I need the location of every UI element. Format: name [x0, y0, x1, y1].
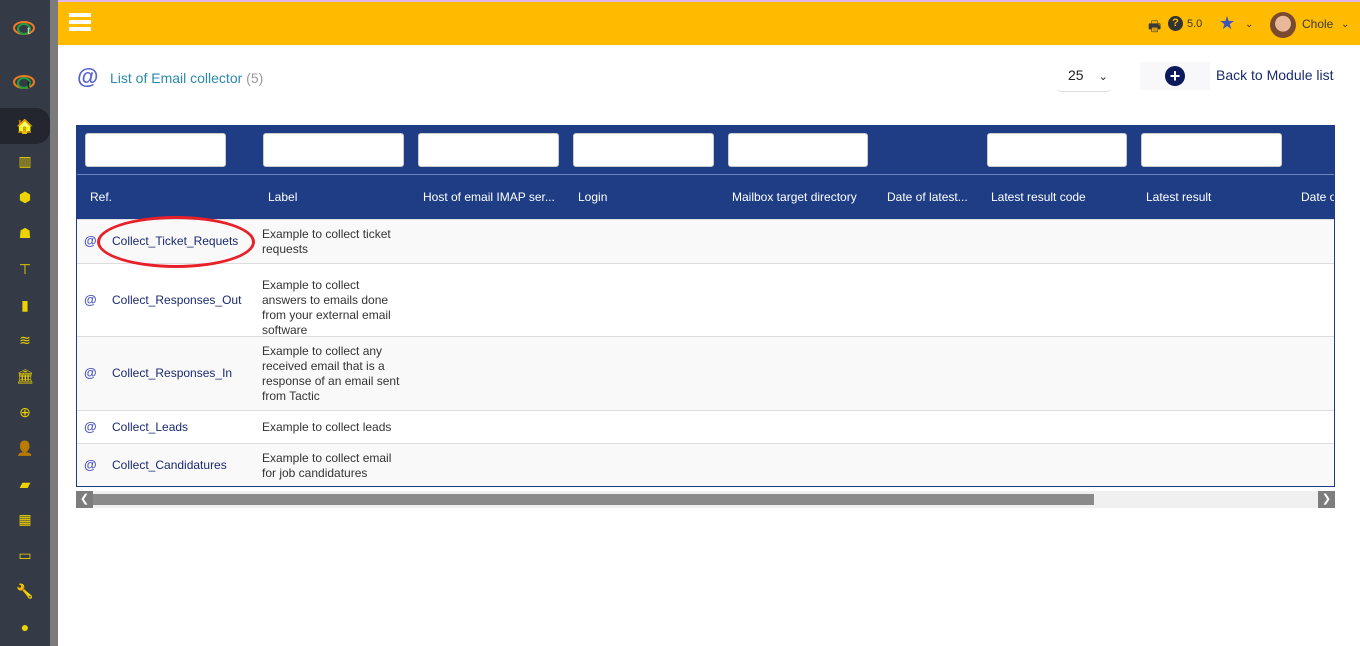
horizontal-scrollbar[interactable]: ❮ ❯	[76, 491, 1335, 508]
boxes-icon: ☗	[18, 224, 32, 241]
column-filter-input[interactable]	[1141, 133, 1282, 167]
star-icon[interactable]: ★	[1219, 13, 1235, 34]
label-cell: Example to collect answers to emails don…	[262, 278, 391, 337]
chevron-down-icon[interactable]: ⌄	[1341, 19, 1349, 30]
ref-link[interactable]: Collect_Ticket_Requets	[112, 234, 238, 248]
label-cell: Example to collect leads	[262, 420, 392, 434]
table-row[interactable]: @ Collect_Candidatures Example to collect …	[77, 443, 1334, 486]
sidebar-item-briefcase[interactable]: ▮	[0, 287, 50, 323]
email-icon: @	[84, 418, 97, 434]
title-text: List of Email collector	[110, 70, 243, 86]
column-header[interactable]: Label	[268, 190, 297, 204]
ref-link[interactable]: Collect_Responses_Out	[112, 293, 241, 307]
email-icon: @	[84, 233, 97, 248]
column-header[interactable]: Date o	[1301, 190, 1334, 204]
sitemap-icon: ⊤	[18, 260, 32, 277]
sidebar-edge	[50, 0, 58, 646]
user-tie-icon: 👤	[16, 439, 34, 456]
table-row[interactable]: @ Collect_Leads Example to collect leads	[77, 410, 1334, 443]
logo-icon[interactable]: t	[12, 74, 38, 90]
page-title: List of Email collector (5)	[110, 70, 263, 86]
logo-icon[interactable]: t	[12, 20, 38, 36]
email-icon: @	[84, 365, 97, 380]
column-filter-input[interactable]	[85, 133, 226, 167]
box-icon: ⬢	[18, 189, 32, 206]
sidebar-item-home[interactable]: 🏠	[0, 108, 50, 144]
email-icon: @	[84, 291, 97, 307]
column-filter-input[interactable]	[418, 133, 559, 167]
page-size-select[interactable]: 25 ⌄	[1057, 60, 1111, 92]
scroll-right-icon[interactable]: ❯	[1318, 491, 1335, 508]
help-icon[interactable]: ?	[1168, 16, 1183, 31]
sidebar-item-sitemap[interactable]: ⊤	[0, 251, 50, 287]
chevron-down-icon[interactable]: ⌄	[1245, 19, 1253, 30]
scrollbar-thumb[interactable]	[93, 494, 1094, 505]
column-filter-input[interactable]	[987, 133, 1127, 167]
calendar-icon: ▦	[18, 511, 32, 528]
sidebar-item-bank[interactable]: 🏛	[0, 359, 50, 395]
column-filter-input[interactable]	[573, 133, 714, 167]
email-icon: @	[84, 456, 97, 472]
column-header[interactable]: Date of latest...	[887, 190, 968, 204]
ref-link[interactable]: Collect_Leads	[112, 420, 188, 434]
table-row[interactable]: @ Collect_Ticket_Requets Example to collec…	[77, 219, 1334, 263]
sidebar-item-building[interactable]: ▥	[0, 144, 50, 180]
ticket-icon: ▭	[18, 547, 32, 564]
building-icon: ▥	[18, 153, 32, 170]
plus-circle-icon[interactable]: +	[1165, 66, 1185, 86]
email-icon: @	[77, 64, 99, 89]
sidebar-item-folder-open[interactable]: ▰	[0, 466, 50, 502]
print-icon[interactable]: 🖶	[1148, 16, 1161, 40]
column-header[interactable]: Latest result code	[991, 190, 1086, 204]
label-cell: Example to collect email for job candida…	[262, 450, 392, 480]
table-row[interactable]: @ Collect_Responses_In Example to collect …	[77, 336, 1334, 410]
column-header[interactable]: Mailbox target directory	[732, 190, 857, 204]
wrench-icon: 🔧	[16, 582, 34, 599]
table-header: Ref. Label Host of email IMAP ser... Login M…	[77, 125, 1334, 219]
bank-icon: 🏛	[16, 368, 34, 385]
column-filter-input[interactable]	[728, 133, 868, 167]
home-icon: 🏠	[16, 117, 34, 134]
sidebar-item-search-dollar[interactable]: ⊕	[0, 394, 50, 430]
chevron-down-icon: ⌄	[1098, 71, 1108, 83]
ref-link[interactable]: Collect_Responses_In	[112, 366, 232, 380]
coins-icon: ≋	[19, 332, 31, 349]
scroll-left-icon[interactable]: ❮	[76, 491, 93, 508]
ref-link[interactable]: Collect_Candidatures	[112, 458, 227, 472]
version: 5.0	[1187, 18, 1203, 30]
briefcase-icon: ▮	[21, 296, 29, 313]
sidebar-item-wrench[interactable]: 🔧	[0, 573, 50, 609]
top-bar: 🖶 ? 5.0 ★ ⌄ Chole ⌄	[58, 0, 1360, 45]
sidebar-item-box[interactable]: ⬢	[0, 180, 50, 216]
email-collector-table: Ref. Label Host of email IMAP ser... Login M…	[76, 125, 1335, 487]
column-header[interactable]: Login	[578, 190, 607, 204]
avatar[interactable]	[1270, 12, 1296, 38]
label-cell: Example to collect ticket requests	[262, 227, 391, 256]
user-name[interactable]: Chole	[1302, 17, 1333, 31]
sidebar: t t 🏠 ▥ ⬢ ☗ ⊤ ▮ ≋ 🏛 ⊕ 👤 ▰ ▦ ▭ 🔧 ●	[0, 0, 50, 646]
column-header[interactable]: Host of email IMAP ser...	[423, 190, 555, 204]
sidebar-item-calendar[interactable]: ▦	[0, 502, 50, 538]
table-row[interactable]: @ Collect_Responses_Out Example to collect…	[77, 263, 1334, 337]
sidebar-item-ticket[interactable]: ▭	[0, 538, 50, 574]
column-header[interactable]: Latest result	[1146, 190, 1211, 204]
page-size-value: 25	[1068, 67, 1084, 83]
item-count: (5)	[246, 70, 264, 86]
label-cell: Example to collect any received email th…	[262, 344, 400, 403]
back-to-module-list-link[interactable]: Back to Module list	[1216, 67, 1334, 83]
folder-open-icon: ▰	[19, 475, 31, 492]
sidebar-item-boxes[interactable]: ☗	[0, 215, 50, 251]
globe-icon: ●	[20, 619, 30, 636]
sidebar-item-coins[interactable]: ≋	[0, 323, 50, 359]
menu-icon[interactable]	[69, 13, 91, 33]
sidebar-item-globe[interactable]: ●	[0, 609, 50, 645]
column-header[interactable]: Ref.	[90, 190, 112, 204]
search-dollar-icon: ⊕	[19, 403, 31, 420]
sidebar-item-user-tie[interactable]: 👤	[0, 430, 50, 466]
column-filter-input[interactable]	[263, 133, 404, 167]
